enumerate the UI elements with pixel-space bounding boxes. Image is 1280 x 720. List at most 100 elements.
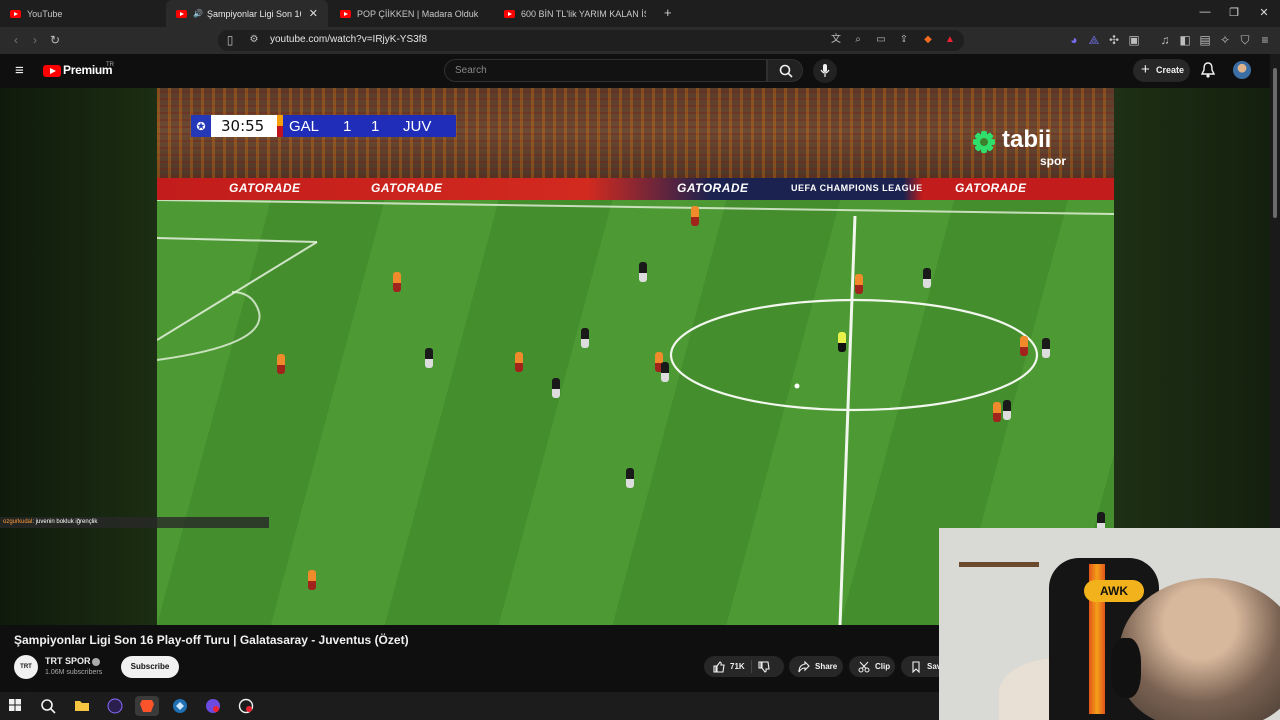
juventus-player: [661, 362, 669, 382]
rewards-icon[interactable]: ▲: [942, 33, 958, 47]
windows-taskbar: [0, 692, 939, 720]
ad-board-text: GATORADE: [677, 181, 749, 195]
browser-tab-active-video[interactable]: 🔊 Şampiyonlar Ligi Son 16 Play ✕: [166, 0, 328, 27]
brave-browser-app[interactable]: [135, 696, 159, 716]
file-explorer-app[interactable]: [70, 696, 94, 716]
browser-menu-icon[interactable]: ≡: [1257, 33, 1273, 47]
chat-text: : juvenin bokluk iğrençlik: [32, 519, 98, 525]
restore-icon[interactable]: ❐: [1227, 6, 1241, 19]
share-page-icon[interactable]: ⇪: [896, 33, 912, 47]
zoom-icon[interactable]: ⌕: [850, 33, 866, 47]
notifications-button[interactable]: [1200, 62, 1216, 83]
forward-icon[interactable]: ›: [27, 33, 43, 47]
away-score: 1: [371, 117, 380, 135]
close-tab-icon[interactable]: ✕: [309, 7, 318, 20]
browser-tab-strip: YouTube 🔊 Şampiyonlar Ligi Son 16 Play ✕…: [0, 0, 1280, 27]
taskbar-app-a[interactable]: [103, 696, 127, 716]
match-scorebug: ✪ 30:55 GAL 1 1 JUV: [191, 115, 456, 137]
galatasaray-player: [308, 570, 316, 590]
broadcaster-subtitle: spor: [1040, 154, 1067, 168]
browser-tab-pop[interactable]: POP ÇİİKKEN | Madara Olduk #652: [330, 0, 490, 27]
translate-icon[interactable]: 文: [828, 33, 844, 47]
taskbar-app-b[interactable]: [168, 696, 192, 716]
app-a-icon: [107, 698, 123, 714]
guide-menu-icon[interactable]: ≡: [15, 62, 24, 79]
extension-a-icon[interactable]: ◕: [1066, 33, 1082, 47]
browser-tab-600bin[interactable]: 600 BİN TL'lik YARIM KALAN İŞLER V: [494, 0, 656, 27]
voice-search-button[interactable]: [813, 59, 837, 83]
scrollbar-thumb[interactable]: [1273, 68, 1277, 218]
wallet-icon[interactable]: ▤: [1197, 33, 1213, 47]
minimize-icon[interactable]: —: [1198, 6, 1212, 18]
leo-ai-icon[interactable]: ✧: [1217, 33, 1233, 47]
match-clock: 30:55: [211, 115, 277, 137]
create-label: Create: [1156, 65, 1185, 75]
video-title: Şampiyonlar Ligi Son 16 Play-off Turu | …: [14, 633, 409, 647]
score-panel: GAL 1 1 JUV: [283, 115, 456, 137]
subscribe-button[interactable]: Subscribe: [121, 656, 179, 678]
juventus-player: [626, 468, 634, 488]
taskbar-app-d[interactable]: [234, 696, 258, 716]
galatasaray-player: [515, 352, 523, 372]
juventus-player: [923, 268, 931, 288]
speaker-icon: 🔊: [193, 9, 203, 18]
vpn-shield-icon[interactable]: ⛉: [1237, 33, 1253, 47]
share-button[interactable]: Share: [789, 656, 843, 677]
galatasaray-player: [691, 206, 699, 226]
youtube-premium-logo[interactable]: Premium: [63, 63, 113, 77]
extensions-icon[interactable]: ✣: [1106, 33, 1122, 47]
like-button[interactable]: 71K: [704, 660, 752, 673]
reload-icon[interactable]: ↻: [47, 33, 63, 47]
cast-icon[interactable]: ▭: [873, 33, 889, 47]
juventus-player: [1003, 400, 1011, 420]
ad-board-text: GATORADE: [229, 181, 301, 195]
address-bar[interactable]: ▯ ⚙ youtube.com/watch?v=IRjyK-YS3f8 文 ⌕ …: [218, 30, 964, 51]
taskbar-app-c[interactable]: [201, 696, 225, 716]
scissors-icon: [858, 661, 870, 672]
search-placeholder: Search: [455, 65, 487, 76]
extension-b-icon[interactable]: ⟁: [1086, 33, 1102, 47]
thumbs-down-icon: [758, 660, 770, 673]
bell-icon: [1200, 62, 1216, 78]
dislike-button[interactable]: [752, 660, 775, 673]
extension-c-icon[interactable]: ▣: [1126, 33, 1142, 47]
galatasaray-player: [855, 274, 863, 294]
url-text: youtube.com/watch?v=IRjyK-YS3f8: [270, 34, 428, 45]
start-button[interactable]: [4, 696, 28, 716]
bookmark-icon[interactable]: ▯: [222, 33, 238, 47]
browser-tab-youtube[interactable]: YouTube: [0, 0, 160, 27]
youtube-logo-icon[interactable]: [43, 65, 61, 77]
create-button[interactable]: + Create: [1133, 59, 1190, 82]
channel-name[interactable]: TRT SPOR: [45, 656, 91, 666]
webcam-overlay: AWK: [939, 528, 1280, 720]
youtube-favicon-icon: [504, 9, 515, 18]
thumbs-up-icon: [713, 660, 725, 673]
folder-icon: [75, 701, 89, 711]
media-icon[interactable]: ♫: [1157, 33, 1173, 47]
youtube-masthead: ≡ Premium TR Search + Create: [0, 54, 1270, 88]
channel-avatar[interactable]: TRT SPOR: [14, 655, 38, 694]
brave-shield-icon[interactable]: ◆: [920, 33, 936, 47]
headphones: [1111, 638, 1141, 698]
close-window-icon[interactable]: ✕: [1257, 6, 1271, 19]
home-team: GAL: [289, 117, 320, 135]
ad-board-text: UEFA CHAMPIONS LEAGUE: [791, 183, 923, 193]
juventus-player: [639, 262, 647, 282]
youtube-favicon-icon: [176, 9, 187, 18]
clip-button[interactable]: Clip: [849, 656, 895, 677]
search-input[interactable]: Search: [444, 59, 767, 82]
clip-label: Clip: [875, 662, 891, 671]
site-info-icon[interactable]: ⚙: [246, 33, 262, 47]
taskbar-search[interactable]: [36, 696, 60, 716]
youtube-favicon-icon: [10, 9, 21, 18]
juventus-player: [1042, 338, 1050, 358]
back-icon[interactable]: ‹: [8, 33, 24, 47]
account-avatar[interactable]: [1233, 61, 1251, 79]
sidebar-icon[interactable]: ◧: [1177, 33, 1193, 47]
tab-title: YouTube: [27, 8, 63, 19]
search-button[interactable]: [767, 59, 803, 82]
home-score: 1: [343, 117, 352, 135]
chair-logo: AWK: [1084, 580, 1144, 602]
new-tab-button[interactable]: +: [664, 5, 672, 20]
plus-icon: +: [1141, 61, 1150, 78]
